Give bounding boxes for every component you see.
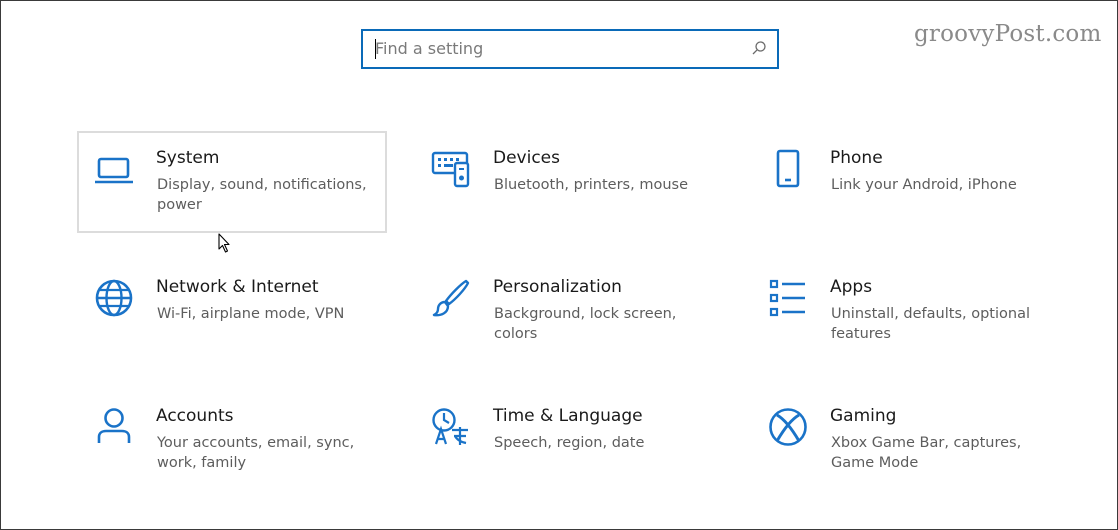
paintbrush-icon xyxy=(432,279,470,317)
tile-description: Bluetooth, printers, mouse xyxy=(494,177,688,193)
tile-title: System xyxy=(156,148,220,168)
xbox-icon xyxy=(769,408,807,446)
tile-title: Personalization xyxy=(493,277,622,297)
tile-description: Display, sound, notifications, power xyxy=(157,177,367,213)
tile-devices[interactable]: Devices Bluetooth, printers, mouse xyxy=(414,131,724,233)
tile-title: Phone xyxy=(830,148,883,168)
phone-icon xyxy=(776,149,800,188)
laptop-icon xyxy=(95,157,133,184)
tile-gaming[interactable]: Gaming Xbox Game Bar, captures, Game Mod… xyxy=(751,389,1061,491)
tile-description: Wi-Fi, airplane mode, VPN xyxy=(157,306,345,322)
search-input[interactable] xyxy=(375,37,745,59)
tile-description: Background, lock screen, colors xyxy=(494,306,677,342)
search-icon[interactable] xyxy=(751,40,767,56)
watermark: groovyPost.com xyxy=(914,21,1102,47)
tile-description: Xbox Game Bar, captures, Game Mode xyxy=(831,435,1022,471)
tile-apps[interactable]: Apps Uninstall, defaults, optional featu… xyxy=(751,260,1061,362)
person-icon xyxy=(97,408,131,443)
tile-accounts[interactable]: Accounts Your accounts, email, sync, wor… xyxy=(77,389,387,491)
tile-description: Link your Android, iPhone xyxy=(831,177,1017,193)
tile-personalization[interactable]: Personalization Background, lock screen,… xyxy=(414,260,724,362)
apps-list-icon xyxy=(769,279,805,317)
tile-phone[interactable]: Phone Link your Android, iPhone xyxy=(751,131,1061,233)
search-box[interactable] xyxy=(361,29,779,69)
tile-system[interactable]: System Display, sound, notifications, po… xyxy=(77,131,387,233)
keyboard-devices-icon xyxy=(431,151,470,188)
tile-description: Speech, region, date xyxy=(494,435,645,451)
text-caret xyxy=(375,39,376,59)
tile-title: Network & Internet xyxy=(156,277,319,297)
tile-title: Time & Language xyxy=(493,406,643,426)
tile-description: Uninstall, defaults, optional features xyxy=(831,306,1030,342)
tile-description: Your accounts, email, sync, work, family xyxy=(157,435,355,471)
mouse-pointer-icon xyxy=(218,233,230,253)
tile-title: Accounts xyxy=(156,406,234,426)
tile-title: Apps xyxy=(830,277,873,297)
tile-network-internet[interactable]: Network & Internet Wi-Fi, airplane mode,… xyxy=(77,260,387,362)
time-language-icon xyxy=(432,408,468,445)
tile-title: Gaming xyxy=(830,406,897,426)
globe-icon xyxy=(95,279,133,317)
tile-title: Devices xyxy=(493,148,560,168)
tile-time-language[interactable]: Time & Language Speech, region, date xyxy=(414,389,724,491)
